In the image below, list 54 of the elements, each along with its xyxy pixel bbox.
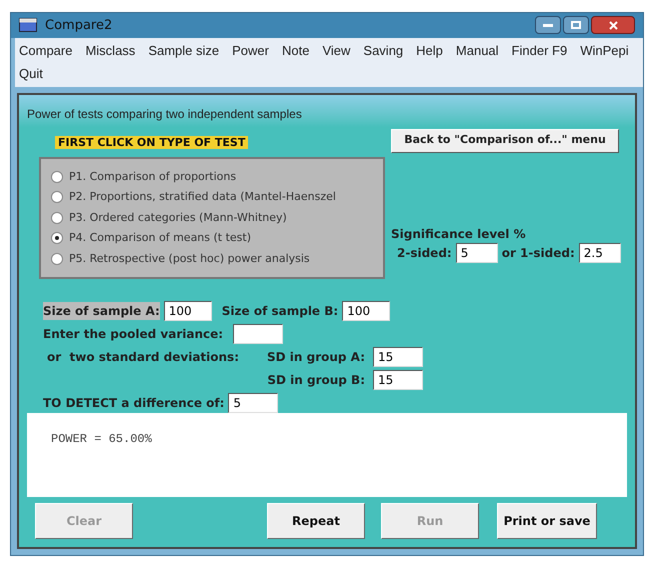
test-type-option[interactable]: P1. Comparison of proportions [51, 168, 383, 185]
test-type-option[interactable]: P3. Ordered categories (Mann-Whitney) [51, 210, 383, 226]
back-button[interactable]: Back to "Comparison of..." menu [391, 128, 619, 152]
menu-item[interactable]: Compare [19, 40, 72, 60]
detect-difference-label: TO DETECT a difference of: [43, 395, 224, 412]
menu-item[interactable]: Quit [19, 64, 43, 84]
radio-button[interactable] [51, 212, 63, 224]
test-type-option[interactable]: P4. Comparison of means (t test) [51, 230, 383, 246]
one-sided-label: or 1-sided: [502, 244, 575, 262]
maximize-icon [571, 21, 581, 30]
window-title: Compare2 [45, 16, 112, 34]
menu-item[interactable]: Note [282, 40, 310, 60]
detect-difference-field[interactable]: 5 [228, 393, 278, 413]
menu-item[interactable]: Finder F9 [512, 40, 568, 60]
minimize-icon [543, 24, 553, 27]
radio-button[interactable] [51, 191, 63, 204]
app-icon [19, 18, 37, 32]
sd-b-label: SD in group B: [266, 372, 366, 389]
sample-a-field[interactable]: 100 [164, 301, 212, 321]
sd-a-field[interactable]: 15 [373, 347, 423, 367]
two-sided-label: 2-sided: [397, 244, 452, 262]
sd-a-label: SD in group A: [266, 349, 366, 366]
pooled-variance-label: Enter the pooled variance: [43, 326, 224, 343]
panel-title: Power of tests comparing two independent samples [27, 106, 302, 120]
close-button[interactable] [591, 16, 635, 34]
test-type-option[interactable]: P2. Proportions, stratified data (Mantel-Haenszel [51, 189, 383, 206]
sample-b-field[interactable]: 100 [342, 301, 390, 321]
menu-item[interactable]: Power [232, 40, 269, 60]
sample-a-label: Size of sample A: [43, 302, 160, 320]
menu-item[interactable]: WinPepi [580, 40, 629, 60]
menu-item[interactable]: Manual [456, 40, 499, 60]
menu-item[interactable]: View [322, 40, 350, 60]
minimize-button[interactable] [535, 16, 561, 34]
instruction-label: FIRST CLICK ON TYPE OF TEST [55, 136, 248, 148]
power-result: POWER = 65.00% [51, 432, 152, 446]
significance-label: Significance level % [391, 226, 527, 242]
radio-button[interactable] [51, 252, 63, 265]
close-icon [608, 20, 618, 30]
menu-item[interactable]: Saving [363, 40, 404, 60]
action-button[interactable]: Repeat [267, 503, 365, 539]
pooled-variance-field[interactable] [233, 324, 283, 344]
sample-b-label: Size of sample B: [222, 303, 338, 320]
one-sided-field[interactable]: 2.5 [578, 242, 621, 262]
action-button[interactable]: Print or save [497, 503, 597, 539]
menu-item[interactable]: Sample size [148, 40, 220, 60]
two-sided-field[interactable]: 5 [456, 242, 498, 262]
radio-button[interactable] [51, 170, 63, 183]
standard-deviations-label: or two standard deviations: [46, 349, 240, 366]
sd-b-field[interactable]: 15 [373, 370, 423, 390]
menu-item[interactable]: Help [416, 40, 443, 60]
maximize-button[interactable] [563, 16, 589, 34]
menu-item[interactable]: Misclass [85, 40, 136, 60]
test-type-option[interactable]: P5. Retrospective (post hoc) power analysis [51, 250, 383, 267]
radio-button[interactable] [51, 232, 63, 244]
